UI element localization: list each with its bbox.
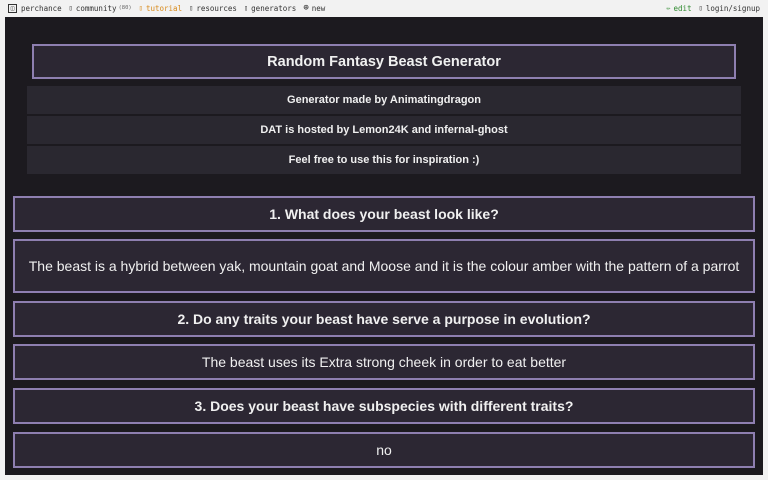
- answer-1[interactable]: The beast is a hybrid between yak, mount…: [13, 239, 755, 293]
- generators-icon: ▯: [243, 4, 249, 12]
- nav-resources-label: resources: [196, 3, 237, 13]
- perchance-logo-icon: ◫: [8, 3, 17, 13]
- credit-hosting: DAT is hosted by Lemon24K and infernal-g…: [27, 116, 741, 144]
- nav-home-link[interactable]: ◫ perchance: [8, 3, 62, 13]
- credit-note: Feel free to use this for inspiration :): [27, 146, 741, 174]
- login-label: login/signup: [705, 3, 760, 13]
- community-count-badge: (80): [118, 5, 132, 11]
- edit-label: edit: [673, 3, 692, 13]
- question-2: 2. Do any traits your beast have serve a…: [13, 301, 755, 337]
- plus-circle-icon: ⊕: [303, 3, 309, 13]
- credit-author: Generator made by Animatingdragon: [27, 86, 741, 114]
- nav-new-label: new: [311, 3, 326, 13]
- user-icon: ▯: [698, 4, 703, 12]
- nav-generators-link[interactable]: ▯ generators: [244, 4, 296, 13]
- resources-icon: ▯: [189, 4, 194, 12]
- edit-button[interactable]: ✏ edit: [666, 4, 691, 13]
- question-1: 1. What does your beast look like?: [13, 196, 755, 232]
- generator-frame: Random Fantasy Beast Generator Generator…: [5, 17, 763, 475]
- nav-tutorial-label: tutorial: [145, 3, 183, 13]
- nav-new-link[interactable]: ⊕ new: [303, 4, 325, 13]
- login-signup-link[interactable]: ▯ login/signup: [699, 4, 760, 13]
- answer-3[interactable]: no: [13, 432, 755, 468]
- answer-2[interactable]: The beast uses its Extra strong cheek in…: [13, 344, 755, 380]
- nav-community-link[interactable]: ▯ community (80): [69, 4, 132, 13]
- question-3: 3. Does your beast have subspecies with …: [13, 388, 755, 424]
- pencil-icon: ✏: [666, 4, 671, 12]
- book-icon: ▯: [138, 4, 143, 12]
- nav-resources-link[interactable]: ▯ resources: [189, 4, 237, 13]
- nav-generators-label: generators: [251, 3, 297, 13]
- nav-community-label: community: [75, 3, 117, 13]
- chat-icon: ▯: [68, 4, 73, 12]
- top-nav-bar: ◫ perchance ▯ community (80) ▯ tutorial …: [0, 0, 768, 16]
- page-title: Random Fantasy Beast Generator: [32, 44, 736, 79]
- nav-brand-label: perchance: [21, 3, 62, 13]
- nav-tutorial-link[interactable]: ▯ tutorial: [139, 4, 182, 13]
